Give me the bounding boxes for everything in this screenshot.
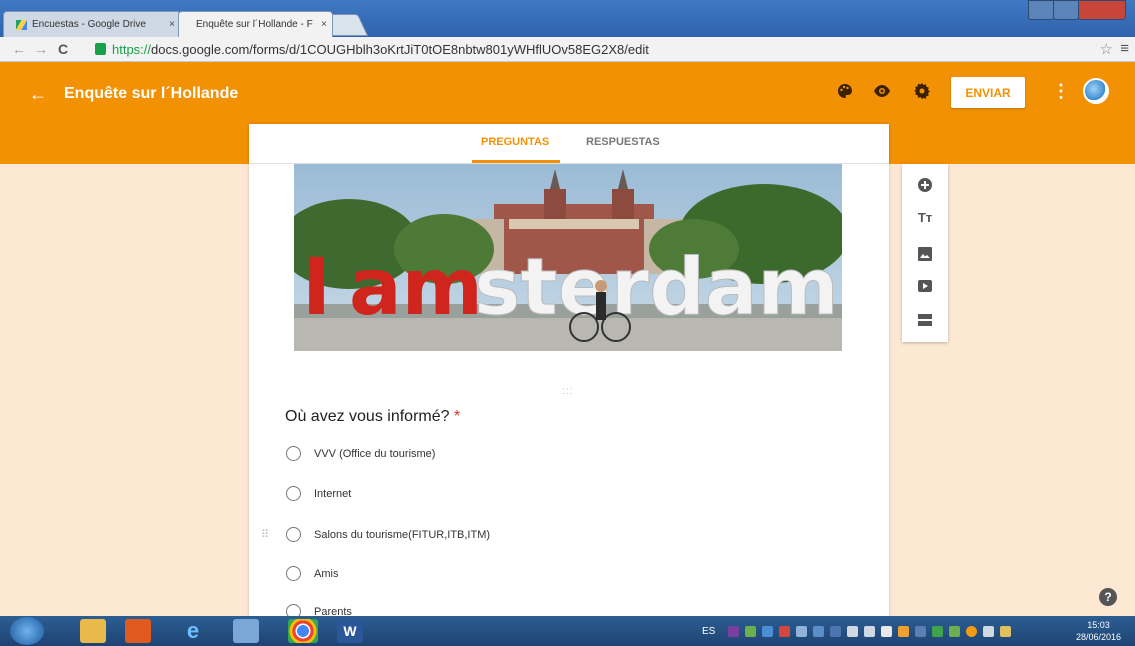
option-label: Salons du tourisme(FITUR,ITB,ITM) (314, 528, 491, 541)
clock-time: 15:03 (1087, 620, 1110, 630)
tab-responses[interactable]: RESPUESTAS (586, 136, 660, 148)
palette-icon[interactable] (836, 82, 854, 100)
internet-explorer-icon[interactable]: e (180, 618, 206, 643)
option-label: Amis (314, 567, 339, 580)
add-section-icon[interactable] (917, 312, 933, 328)
tray-app-icon[interactable] (915, 625, 927, 637)
tray-app-icon[interactable] (762, 625, 774, 637)
tab-label: Encuestas - Google Drive (32, 19, 146, 30)
radio-button[interactable] (286, 566, 301, 581)
network-app-icon[interactable] (233, 619, 259, 643)
tab-label: Enquête sur l´Hollande - F (196, 19, 313, 30)
windows-start-button[interactable] (10, 617, 44, 645)
signal-icon[interactable] (983, 625, 995, 637)
address-bar: ← → C https://docs.google.com/forms/d/1C… (0, 37, 1135, 62)
volume-icon[interactable] (847, 625, 859, 637)
back-arrow-icon[interactable]: ← (29, 84, 47, 105)
option-2[interactable]: Internet (286, 486, 351, 501)
radio-button[interactable] (286, 527, 301, 542)
option-drag-handle-icon[interactable]: ⠿ (261, 528, 269, 541)
option-label: Internet (314, 487, 352, 500)
tray-app-icon[interactable] (745, 625, 757, 637)
google-drive-icon (16, 19, 27, 30)
required-asterisk: * (453, 408, 461, 425)
option-1[interactable]: VVV (Office du tourisme) (286, 446, 435, 461)
active-tab-indicator (472, 160, 560, 163)
preview-eye-icon[interactable] (873, 82, 891, 100)
help-icon[interactable]: ? (1099, 588, 1117, 606)
word-icon[interactable]: W (337, 619, 363, 643)
account-avatar[interactable] (1083, 78, 1109, 104)
bluetooth-icon[interactable] (864, 625, 876, 637)
question-text: Où avez vous informé? (285, 408, 450, 425)
forward-nav-icon[interactable]: → (34, 41, 48, 57)
side-toolbar: Tт (902, 164, 948, 342)
tray-app-icon[interactable] (779, 625, 791, 637)
tray-app-icon[interactable] (966, 625, 978, 637)
send-button[interactable]: ENVIAR (951, 77, 1025, 108)
svg-text:am: am (349, 243, 483, 333)
question-title: Où avez vous informé? * (285, 408, 460, 426)
file-explorer-icon[interactable] (80, 619, 106, 643)
tab-google-drive[interactable]: Encuestas - Google Drive × (3, 11, 181, 37)
system-tray: ES (690, 616, 1135, 646)
chrome-icon[interactable] (288, 619, 318, 643)
add-image-icon[interactable] (917, 246, 933, 262)
close-tab-icon[interactable]: × (321, 19, 327, 30)
tab-form[interactable]: Enquête sur l´Hollande - F × (178, 11, 333, 37)
back-nav-icon[interactable]: ← (12, 41, 26, 57)
lock-icon (95, 43, 106, 55)
add-title-icon[interactable]: Tт (917, 210, 933, 226)
form-title: Enquête sur l´Hollande (64, 85, 239, 102)
close-tab-icon[interactable]: × (169, 19, 175, 30)
drag-handle-icon[interactable]: ::: (562, 386, 573, 397)
add-question-icon[interactable] (917, 177, 933, 193)
more-vert-icon[interactable]: ⋮ (1052, 81, 1070, 102)
onenote-icon[interactable] (728, 625, 740, 637)
tray-app-icon[interactable] (949, 625, 961, 637)
language-indicator[interactable]: ES (702, 626, 715, 637)
battery-icon[interactable] (1000, 625, 1012, 637)
url-field[interactable]: https://docs.google.com/forms/d/1COUGHbl… (95, 40, 1095, 58)
close-window-button[interactable] (1078, 0, 1126, 20)
form-card: PREGUNTAS RESPUESTAS I am sterdam::: Où… (249, 124, 889, 646)
browser-menu-icon[interactable]: ≡ (1120, 40, 1129, 57)
bookmark-star-icon[interactable]: ☆ (1100, 40, 1113, 58)
radio-button[interactable] (286, 486, 301, 501)
media-player-icon[interactable] (125, 619, 151, 643)
tray-app-icon[interactable] (796, 625, 808, 637)
clock-date: 28/06/2016 (1075, 632, 1121, 642)
radio-button[interactable] (286, 446, 301, 461)
header-image: I am sterdam (294, 164, 842, 351)
tray-app-icon[interactable] (932, 625, 944, 637)
tray-app-icon[interactable] (813, 625, 825, 637)
minimize-button[interactable] (1028, 0, 1054, 20)
option-3[interactable]: Salons du tourisme(FITUR,ITB,ITM) (286, 527, 490, 542)
svg-text:I: I (302, 243, 331, 333)
settings-gear-icon[interactable] (913, 82, 931, 100)
flag-icon[interactable] (881, 625, 893, 637)
url-scheme: https:// (112, 41, 152, 57)
tray-app-icon[interactable] (830, 625, 842, 637)
svg-text:sterdam: sterdam (474, 243, 839, 333)
tab-questions[interactable]: PREGUNTAS (481, 136, 549, 148)
tray-app-icon[interactable] (898, 625, 910, 637)
add-video-icon[interactable] (917, 278, 933, 294)
maximize-button[interactable] (1053, 0, 1079, 20)
reload-icon[interactable]: C (58, 41, 68, 57)
url-path: docs.google.com/forms/d/1COUGHblh3oKrtJi… (151, 41, 649, 57)
system-clock[interactable]: 15:03 28/06/2016 (1076, 619, 1121, 643)
browser-tab-bar: Encuestas - Google Drive × Enquête sur l… (0, 0, 1135, 37)
option-label: VVV (Office du tourisme) (314, 447, 436, 460)
form-tabs: PREGUNTAS RESPUESTAS (249, 124, 889, 164)
os-taskbar: e W ES 15:03 28/06/2016 (0, 616, 1135, 646)
option-4[interactable]: Amis (286, 566, 338, 581)
